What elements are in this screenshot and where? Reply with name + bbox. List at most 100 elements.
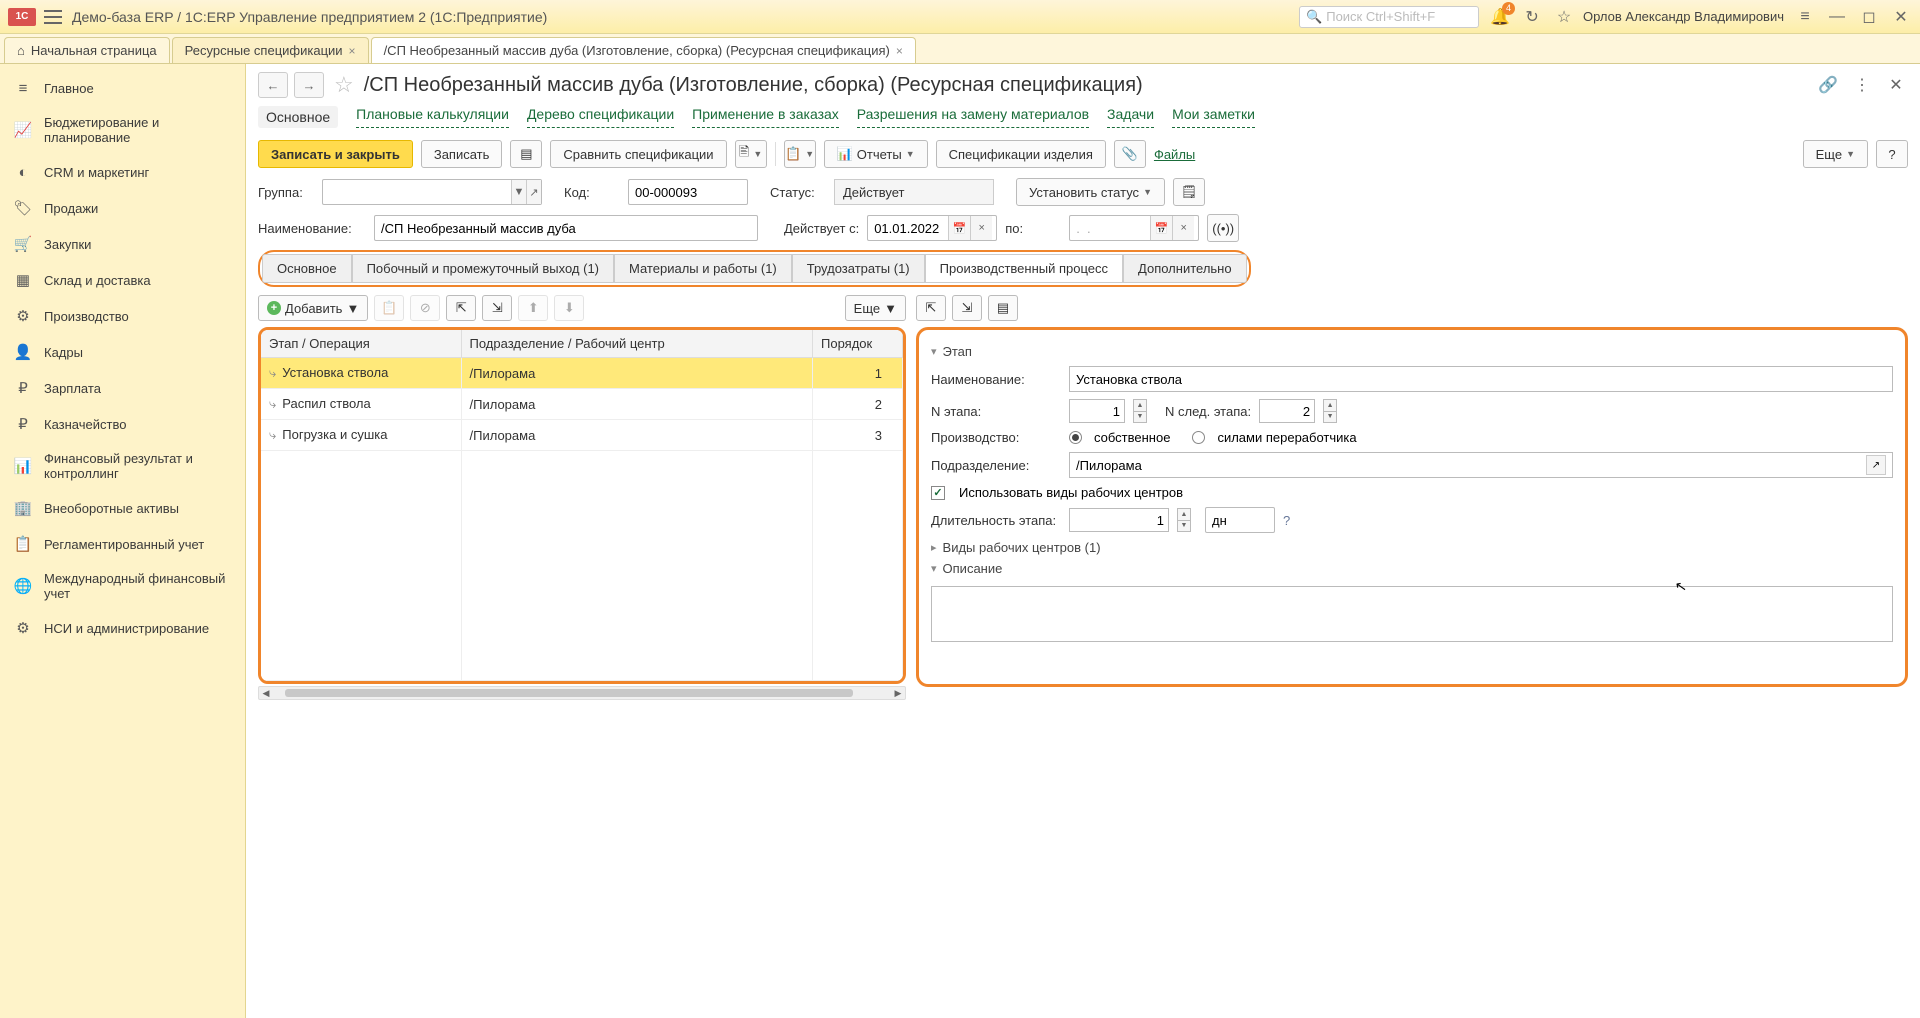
linknav-tree[interactable]: Дерево спецификации [527,106,674,128]
add-button[interactable]: +Добавить ▼ [258,295,368,321]
list-icon-button[interactable]: ▤ [510,140,542,168]
duration-spinner[interactable]: ▲▼ [1177,508,1191,532]
itab-labor[interactable]: Трудозатраты (1) [792,254,925,283]
next-n-input[interactable] [1259,399,1315,423]
save-close-button[interactable]: Записать и закрыть [258,140,413,168]
stage-n-spinner[interactable]: ▲▼ [1133,399,1147,423]
action-menu-2[interactable]: 📋▼ [784,140,816,168]
close-window-icon[interactable]: ✕ [1890,6,1912,28]
radio-own[interactable] [1069,431,1082,444]
sidebar-item-fixed-assets[interactable]: 🏢Внеоборотные активы [0,490,245,526]
dept-input[interactable]: /Пилорама↗ [1069,452,1893,478]
settings-icon[interactable]: ≡ [1794,6,1816,28]
sidebar-item-purchases[interactable]: 🛒Закупки [0,226,245,262]
linknav-replace[interactable]: Разрешения на замену материалов [857,106,1089,128]
close-page-icon[interactable]: ✕ [1884,73,1908,97]
name-input[interactable] [374,215,758,241]
use-wc-checkbox[interactable] [931,486,945,500]
sidebar-item-main[interactable]: ≡Главное [0,70,245,106]
sidebar-item-crm[interactable]: ◐CRM и маркетинг [0,154,245,190]
save-button[interactable]: Записать [421,140,503,168]
global-search[interactable]: 🔍 Поиск Ctrl+Shift+F [1299,6,1479,28]
valid-from-field[interactable] [868,216,948,240]
itab-additional[interactable]: Дополнительно [1123,254,1247,283]
col-stage[interactable]: Этап / Операция [261,330,461,358]
linknav-tasks[interactable]: Задачи [1107,106,1154,128]
itab-byproduct[interactable]: Побочный и промежуточный выход (1) [352,254,614,283]
linknav-orders[interactable]: Применение в заказах [692,106,839,128]
table-row[interactable]: ⤷Установка ствола /Пилорама 1 [261,358,903,389]
help-icon[interactable]: ? [1283,513,1290,528]
nav-forward-button[interactable]: → [294,72,324,98]
radio-ext[interactable] [1192,431,1205,444]
duration-unit-field[interactable] [1206,508,1274,532]
close-icon[interactable]: × [349,44,356,58]
spin-up-icon[interactable]: ▲ [1178,509,1190,521]
table-row[interactable]: ⤷Распил ствола /Пилорама 2 [261,389,903,420]
spin-down-icon[interactable]: ▼ [1134,412,1146,423]
attach-icon-button[interactable]: 📎 [1114,140,1146,168]
collapse-all-icon[interactable]: ⇲ [952,295,982,321]
product-specs-button[interactable]: Спецификации изделия [936,140,1106,168]
expand-all-icon[interactable]: ⇱ [916,295,946,321]
compare-button[interactable]: Сравнить спецификации [550,140,726,168]
more-button[interactable]: Еще ▼ [1803,140,1868,168]
open-icon[interactable]: ↗ [526,180,541,204]
valid-from-input[interactable]: 📅 × [867,215,997,241]
sidebar-item-sales[interactable]: 🏷Продажи [0,190,245,226]
duration-input[interactable] [1069,508,1169,532]
notifications-icon[interactable]: 🔔4 [1489,6,1511,28]
linknav-main[interactable]: Основное [258,106,338,128]
reports-button[interactable]: 📊 Отчеты ▼ [824,140,928,168]
sidebar-item-ifrs[interactable]: 🌐Международный финансовый учет [0,562,245,610]
col-order[interactable]: Порядок [813,330,903,358]
sidebar-item-salary[interactable]: ₽Зарплата [0,370,245,406]
duration-unit[interactable] [1205,507,1275,533]
group-input[interactable]: ▼ ↗ [322,179,542,205]
section-desc[interactable]: ▾Описание [931,561,1893,576]
open-icon[interactable]: ↗ [1866,455,1886,475]
files-link[interactable]: Файлы [1154,147,1195,162]
favorite-toggle-icon[interactable]: ☆ [334,72,354,98]
section-stage[interactable]: ▾Этап [931,344,1893,359]
calendar-icon[interactable]: 📅 [948,216,970,240]
dropdown-icon[interactable]: ▼ [511,180,526,204]
status-info-icon[interactable]: 🗒 [1173,178,1205,206]
calendar-icon[interactable]: 📅 [1150,216,1172,240]
sidebar-item-admin[interactable]: ⚙НСИ и администрирование [0,610,245,646]
next-n-spinner[interactable]: ▲▼ [1323,399,1337,423]
clear-icon[interactable]: × [970,216,992,240]
history-icon[interactable]: ↻ [1521,6,1543,28]
col-dept[interactable]: Подразделение / Рабочий центр [461,330,813,358]
scroll-thumb[interactable] [285,689,853,697]
code-input[interactable] [628,179,748,205]
spin-down-icon[interactable]: ▼ [1178,521,1190,532]
sidebar-item-production[interactable]: ⚙Производство [0,298,245,334]
help-button[interactable]: ? [1876,140,1908,168]
detail-name-input[interactable]: Установка ствола [1069,366,1893,392]
maximize-icon[interactable]: ◻ [1858,6,1880,28]
itab-process[interactable]: Производственный процесс [925,254,1123,283]
clear-icon[interactable]: × [1172,216,1194,240]
close-icon[interactable]: × [896,44,903,58]
itab-materials[interactable]: Материалы и работы (1) [614,254,792,283]
spin-down-icon[interactable]: ▼ [1324,412,1336,423]
description-textarea[interactable] [931,586,1893,642]
section-wc[interactable]: ▸Виды рабочих центров (1) [931,540,1893,555]
expand-tree-icon[interactable]: ⇱ [446,295,476,321]
horizontal-scrollbar[interactable]: ◀ ▶ [258,686,906,700]
scroll-left-icon[interactable]: ◀ [259,687,273,699]
favorite-icon[interactable]: ☆ [1553,6,1575,28]
sidebar-item-treasury[interactable]: ₽Казначейство [0,406,245,442]
kebab-icon[interactable]: ⋮ [1850,73,1874,97]
broadcast-icon[interactable]: ((•)) [1207,214,1239,242]
layout-icon[interactable]: ▤ [988,295,1018,321]
itab-main[interactable]: Основное [262,254,352,283]
sidebar-item-warehouse[interactable]: ▦Склад и доставка [0,262,245,298]
sidebar-item-hr[interactable]: 👤Кадры [0,334,245,370]
tab-current-spec[interactable]: /СП Необрезанный массив дуба (Изготовлен… [371,37,916,63]
tab-resource-specs[interactable]: Ресурсные спецификации × [172,37,369,63]
scroll-right-icon[interactable]: ▶ [891,687,905,699]
sidebar-item-fin-result[interactable]: 📊Финансовый результат и контроллинг [0,442,245,490]
table-more-button[interactable]: Еще ▼ [845,295,906,321]
